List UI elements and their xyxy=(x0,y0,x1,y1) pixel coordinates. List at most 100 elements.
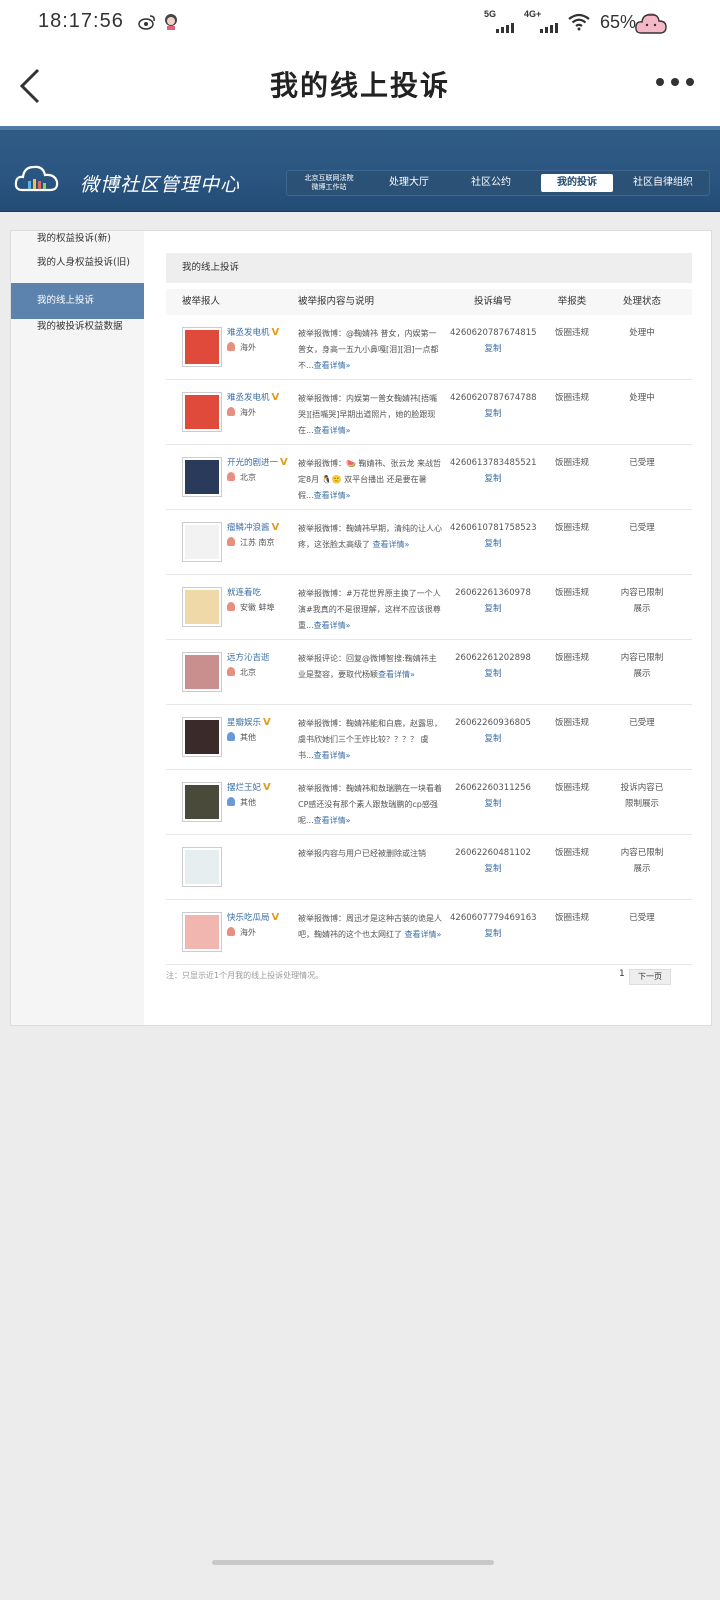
reported-user-name[interactable]: 远方沁吉逝 xyxy=(227,651,270,663)
content-cell: 被举报微博：#万花世界原主换了一个人演#我真的不是很理解，这样不应该很尊重...… xyxy=(298,589,441,630)
reported-user-name[interactable]: 开光的剧进一 V xyxy=(227,456,288,468)
status-cell: 内容已限制 展示 xyxy=(620,848,664,874)
gender-icon xyxy=(227,732,235,741)
col-category: 举报类 xyxy=(557,296,587,307)
avatar[interactable] xyxy=(182,717,222,757)
category-cell: 饭圈违规 xyxy=(554,588,589,598)
reported-user-name[interactable]: 摆烂王妃 V xyxy=(227,781,271,793)
nav-court-line2: 微博工作站 xyxy=(311,183,347,191)
verified-badge-icon: V xyxy=(271,392,280,403)
avatar[interactable] xyxy=(182,782,222,822)
user-location: 安徽 蚌埠 xyxy=(227,602,275,613)
copy-link[interactable]: 复制 xyxy=(450,666,536,682)
gender-icon xyxy=(227,472,235,481)
reported-user-name[interactable]: 快乐吃瓜局 V xyxy=(227,911,279,923)
weibo-cloud-logo-icon xyxy=(14,165,59,192)
reported-user-name[interactable]: 难丞发电机 V xyxy=(227,391,279,403)
complaint-id-cell: 26062261202898 复制 xyxy=(450,640,536,704)
copy-link[interactable]: 复制 xyxy=(450,796,536,812)
category-cell: 饭圈违规 xyxy=(554,718,589,728)
table-row: 快乐吃瓜局 V 海外 被举报微博：周迅才是这种古装的诡是人吧，鞠婧祎的这个也太网红… xyxy=(166,900,692,965)
avatar[interactable] xyxy=(182,522,222,562)
nav-beijing-court[interactable]: 北京互联网法院 微博工作站 xyxy=(287,170,371,196)
status-cell: 内容已限制 展示 xyxy=(620,653,664,679)
complaint-id-cell: 4260613783485521 复制 xyxy=(450,445,537,509)
view-details-link[interactable]: 查看详情» xyxy=(405,930,442,939)
view-details-link[interactable]: 查看详情» xyxy=(314,751,351,760)
verified-badge-icon: V xyxy=(263,717,271,728)
verified-badge-icon: V xyxy=(271,522,280,533)
avatar[interactable] xyxy=(182,457,222,497)
copy-link[interactable]: 复制 xyxy=(450,536,536,552)
copy-link[interactable]: 复制 xyxy=(450,341,536,357)
copy-link[interactable]: 复制 xyxy=(450,601,536,617)
content-area: 我的线上投诉 被举报人 被举报内容与说明 投诉编号 举报类 处理状态 难丞发电机… xyxy=(166,253,692,965)
gender-icon xyxy=(227,537,235,546)
main-panel: 我的权益投诉(新) 我的人身权益投诉(旧) 我的线上投诉 我的被投诉权益数据 我… xyxy=(10,230,712,1026)
page-title: 我的线上投诉 xyxy=(269,69,450,102)
nav-community-rules[interactable]: 社区公约 xyxy=(447,170,535,196)
reported-user-cell: 瘤鳞冲浪酱 V 江苏 南京 xyxy=(166,510,284,574)
category-cell: 饭圈违规 xyxy=(554,393,589,403)
view-details-link[interactable]: 查看详情» xyxy=(378,670,415,679)
avatar[interactable] xyxy=(182,587,222,627)
view-details-link[interactable]: 查看详情» xyxy=(373,540,410,549)
home-indicator[interactable] xyxy=(212,1560,494,1565)
battery-percent: 65% xyxy=(599,11,636,32)
nav-self-discipline[interactable]: 社区自律组织 xyxy=(619,170,707,196)
footer-note: 注：只显示近1个月我的线上投诉处理情况。 xyxy=(166,971,324,980)
complaint-id-cell: 4260610781758523 复制 xyxy=(450,510,537,574)
category-cell: 饭圈违规 xyxy=(554,523,589,533)
complaint-id-cell: 26062260311256 复制 xyxy=(450,770,536,834)
status-cell: 已受理 xyxy=(629,913,655,923)
complaint-id-cell: 26062260936805 复制 xyxy=(450,705,536,769)
user-location: 北京 xyxy=(227,472,256,483)
sidebar-item-complained-data[interactable]: 我的被投诉权益数据 xyxy=(11,319,144,335)
avatar[interactable] xyxy=(182,327,222,367)
col-content: 被举报内容与说明 xyxy=(298,296,375,307)
sidebar: 我的权益投诉(新) 我的人身权益投诉(旧) 我的线上投诉 我的被投诉权益数据 xyxy=(11,231,144,1025)
reported-user-cell: 远方沁吉逝 北京 xyxy=(166,640,284,704)
col-reported-user: 被举报人 xyxy=(182,296,221,307)
reported-user-name[interactable]: 星瓣娱乐 V xyxy=(227,716,271,728)
reported-user-cell: 开光的剧进一 V 北京 xyxy=(166,445,288,509)
more-options-icon[interactable] xyxy=(656,78,694,86)
user-location: 海外 xyxy=(227,407,256,418)
view-details-link[interactable]: 查看详情» xyxy=(314,426,351,435)
copy-link[interactable]: 复制 xyxy=(450,471,536,487)
reported-user-name[interactable]: 瘤鳞冲浪酱 V xyxy=(227,521,279,533)
signal-5g-label: 5G xyxy=(483,9,496,19)
category-cell: 饭圈违规 xyxy=(554,653,589,663)
top-nav: 北京互联网法院 微博工作站 处理大厅 社区公约 我的投诉 社区自律组织 xyxy=(286,170,710,196)
col-complaint-id: 投诉编号 xyxy=(473,296,512,307)
table-row: 难丞发电机 V 海外 被举报微博：@鞠婧祎 普女，内娱第一普女，身高一五九小鼻嘎[… xyxy=(166,315,692,380)
copy-link[interactable]: 复制 xyxy=(450,861,536,877)
nav-my-complaints[interactable]: 我的投诉 xyxy=(541,174,613,192)
sidebar-item-personal-old[interactable]: 我的人身权益投诉(旧) xyxy=(11,255,144,271)
table-row: 开光的剧进一 V 北京 被举报微博：🍉 鞠婧祎、张云龙 来战哲定8月 🐧🙂 双平台… xyxy=(166,445,692,510)
status-cell: 处理中 xyxy=(629,328,655,338)
table-row: 星瓣娱乐 V 其他 被举报微博：鞠婧祎能和白鹿，赵露思，虞书欣她们三个王炸比较？？… xyxy=(166,705,692,770)
view-details-link[interactable]: 查看详情» xyxy=(314,361,351,370)
copy-link[interactable]: 复制 xyxy=(450,731,536,747)
complaint-table-body: 难丞发电机 V 海外 被举报微博：@鞠婧祎 普女，内娱第一普女，身高一五九小鼻嘎[… xyxy=(166,315,692,965)
page-number[interactable]: 1 xyxy=(619,969,625,979)
view-details-link[interactable]: 查看详情» xyxy=(314,816,351,825)
sidebar-item-rights-new[interactable]: 我的权益投诉(新) xyxy=(11,231,144,247)
copy-link[interactable]: 复制 xyxy=(450,406,536,422)
reported-user-cell xyxy=(166,835,284,899)
reported-user-name[interactable]: 难丞发电机 V xyxy=(227,326,279,338)
next-page-button[interactable]: 下一页 xyxy=(629,969,671,985)
view-details-link[interactable]: 查看详情» xyxy=(314,491,351,500)
view-details-link[interactable]: 查看详情» xyxy=(314,621,351,630)
avatar[interactable] xyxy=(182,847,222,887)
reported-user-cell: 就连着吃 安徽 蚌埠 xyxy=(166,575,284,639)
copy-link[interactable]: 复制 xyxy=(450,926,536,942)
sidebar-item-online[interactable]: 我的线上投诉 xyxy=(11,283,144,319)
status-cell: 已受理 xyxy=(629,523,655,533)
avatar[interactable] xyxy=(182,392,222,432)
avatar[interactable] xyxy=(182,652,222,692)
avatar[interactable] xyxy=(182,912,222,952)
nav-processing-hall[interactable]: 处理大厅 xyxy=(371,170,447,196)
reported-user-name[interactable]: 就连着吃 xyxy=(227,586,261,598)
